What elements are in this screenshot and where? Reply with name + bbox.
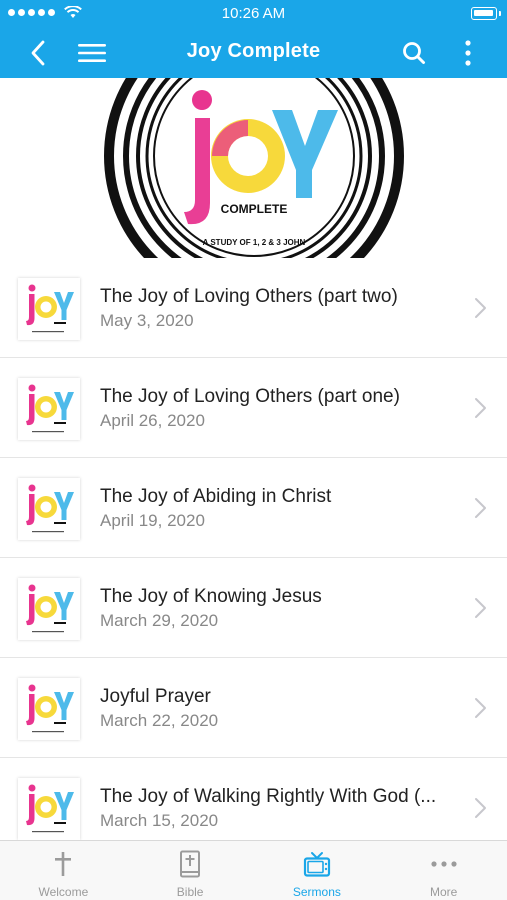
series-artwork: COMPLETE A STUDY OF 1, 2 & 3 JOHN — [0, 78, 507, 258]
sermon-title: Joyful Prayer — [100, 686, 211, 707]
sermon-title: The Joy of Knowing Jesus — [100, 586, 322, 607]
tab-bar: Welcome Bible Sermons More — [0, 840, 507, 900]
status-bar: 10:26 AM — [0, 0, 507, 28]
vertical-dots-icon — [465, 40, 471, 66]
tab-label: Welcome — [38, 885, 89, 899]
chevron-right-icon — [475, 598, 486, 618]
sermon-row[interactable]: The Joy of Loving Others (part two) May 3… — [0, 258, 507, 358]
sermon-title: The Joy of Loving Others (part two) — [100, 286, 398, 307]
sermon-thumbnail — [18, 478, 80, 540]
logo-tagline: A STUDY OF 1, 2 & 3 JOHN — [203, 238, 306, 247]
tv-icon — [303, 852, 330, 877]
tab-welcome[interactable]: Welcome — [0, 841, 127, 900]
sermon-date: March 29, 2020 — [100, 611, 219, 630]
tab-more[interactable]: More — [380, 841, 507, 900]
sermon-row[interactable]: Joyful Prayer March 22, 2020 — [0, 658, 507, 758]
sermon-date: March 15, 2020 — [100, 811, 219, 830]
joy-logo-dot — [192, 90, 212, 110]
sermon-thumbnail — [18, 778, 80, 840]
sermon-row[interactable]: The Joy of Walking Rightly With God (...… — [0, 758, 507, 840]
sermon-row[interactable]: The Joy of Abiding in Christ April 19, 20… — [0, 458, 507, 558]
tab-label: Bible — [176, 885, 204, 899]
status-time: 10:26 AM — [221, 5, 286, 22]
navigation-bar: Joy Complete — [0, 28, 507, 78]
tab-sermons[interactable]: Sermons — [254, 841, 381, 900]
cross-icon — [55, 852, 72, 876]
sermon-date: May 3, 2020 — [100, 311, 194, 330]
sermon-title: The Joy of Abiding in Christ — [100, 486, 332, 507]
sermon-thumbnail — [18, 278, 80, 340]
chevron-right-icon — [475, 298, 486, 318]
chevron-right-icon — [475, 398, 486, 418]
battery-icon — [471, 7, 501, 20]
bible-icon — [180, 850, 201, 878]
sermon-date: March 22, 2020 — [100, 711, 219, 730]
sermon-thumbnail — [18, 678, 80, 740]
tab-label: Sermons — [292, 885, 341, 899]
chevron-right-icon — [475, 798, 486, 818]
chevron-right-icon — [475, 498, 486, 518]
search-icon — [403, 42, 425, 64]
logo-subtitle: COMPLETE — [221, 202, 288, 216]
tab-bible[interactable]: Bible — [127, 841, 254, 900]
sermon-thumbnail — [18, 378, 80, 440]
chevron-right-icon — [475, 698, 486, 718]
sermon-thumbnail — [18, 578, 80, 640]
more-dots-icon — [431, 861, 457, 867]
sermon-date: April 19, 2020 — [100, 511, 205, 530]
more-options-button[interactable] — [446, 28, 490, 78]
tab-label: More — [429, 885, 458, 899]
sermon-row[interactable]: The Joy of Loving Others (part one) April… — [0, 358, 507, 458]
sermon-title: The Joy of Loving Others (part one) — [100, 386, 400, 407]
sermon-date: April 26, 2020 — [100, 411, 205, 430]
sermon-title: The Joy of Walking Rightly With God (... — [100, 786, 437, 807]
search-button[interactable] — [392, 28, 436, 78]
sermon-list: The Joy of Loving Others (part two) May 3… — [0, 258, 507, 840]
sermon-row[interactable]: The Joy of Knowing Jesus March 29, 2020 — [0, 558, 507, 658]
